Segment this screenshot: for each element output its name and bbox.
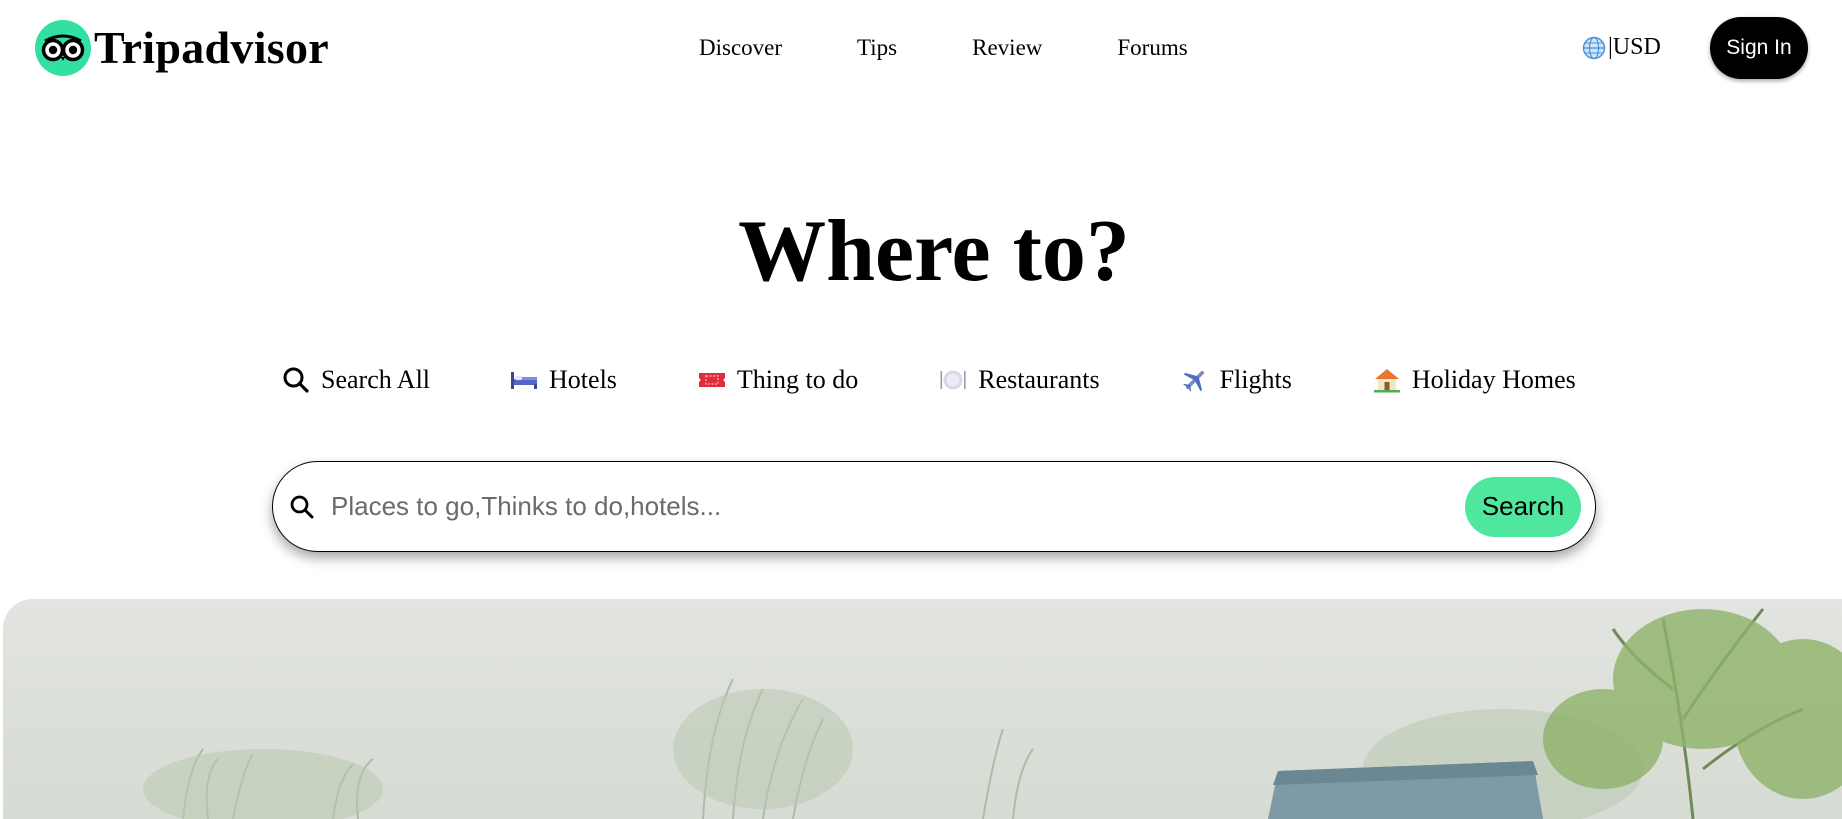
tab-restaurants[interactable]: Restaurants — [938, 364, 1100, 396]
currency-selector[interactable]: |USD — [1582, 34, 1661, 61]
tab-label: Holiday Homes — [1411, 365, 1576, 394]
plate-icon — [938, 366, 968, 394]
main-nav: Discover Tips Review Forums — [699, 33, 1188, 63]
tab-label: Thing to do — [736, 365, 859, 394]
tab-flights[interactable]: Flights — [1180, 364, 1292, 396]
tab-holiday-homes[interactable]: Holiday Homes — [1372, 364, 1576, 396]
tab-label: Restaurants — [978, 365, 1100, 394]
nav-discover[interactable]: Discover — [699, 33, 782, 63]
airplane-icon — [1180, 366, 1210, 394]
bed-icon — [509, 366, 539, 394]
globe-icon — [1582, 36, 1606, 59]
site-header: Tripadvisor Discover Tips Review Forums … — [0, 0, 1842, 96]
nav-review[interactable]: Review — [972, 33, 1042, 63]
nav-forums[interactable]: Forums — [1117, 33, 1187, 63]
house-icon — [1372, 366, 1402, 394]
category-tabs: Search All Hotels Thing to do Restaurant… — [281, 364, 1576, 396]
search-bar: Search — [272, 461, 1596, 552]
page-title: Where to? — [738, 203, 1130, 300]
tab-things-to-do[interactable]: Thing to do — [697, 364, 858, 396]
brand-name: Tripadvisor — [94, 22, 330, 73]
search-input[interactable] — [329, 490, 1465, 523]
tab-label: Hotels — [549, 365, 617, 394]
tab-hotels[interactable]: Hotels — [509, 364, 617, 396]
nav-tips[interactable]: Tips — [857, 33, 897, 63]
search-button[interactable]: Search — [1465, 476, 1581, 537]
hero-image — [3, 599, 1842, 819]
currency-label: |USD — [1608, 34, 1661, 60]
tab-label: Flights — [1219, 365, 1292, 394]
search-icon — [281, 366, 311, 394]
logo[interactable]: Tripadvisor — [35, 18, 329, 78]
sign-in-button[interactable]: Sign In — [1710, 17, 1808, 79]
ticket-icon — [697, 366, 727, 394]
tab-search-all[interactable]: Search All — [281, 364, 430, 396]
tab-label: Search All — [321, 365, 431, 394]
owl-logo-icon — [35, 20, 91, 76]
search-icon — [287, 492, 317, 522]
